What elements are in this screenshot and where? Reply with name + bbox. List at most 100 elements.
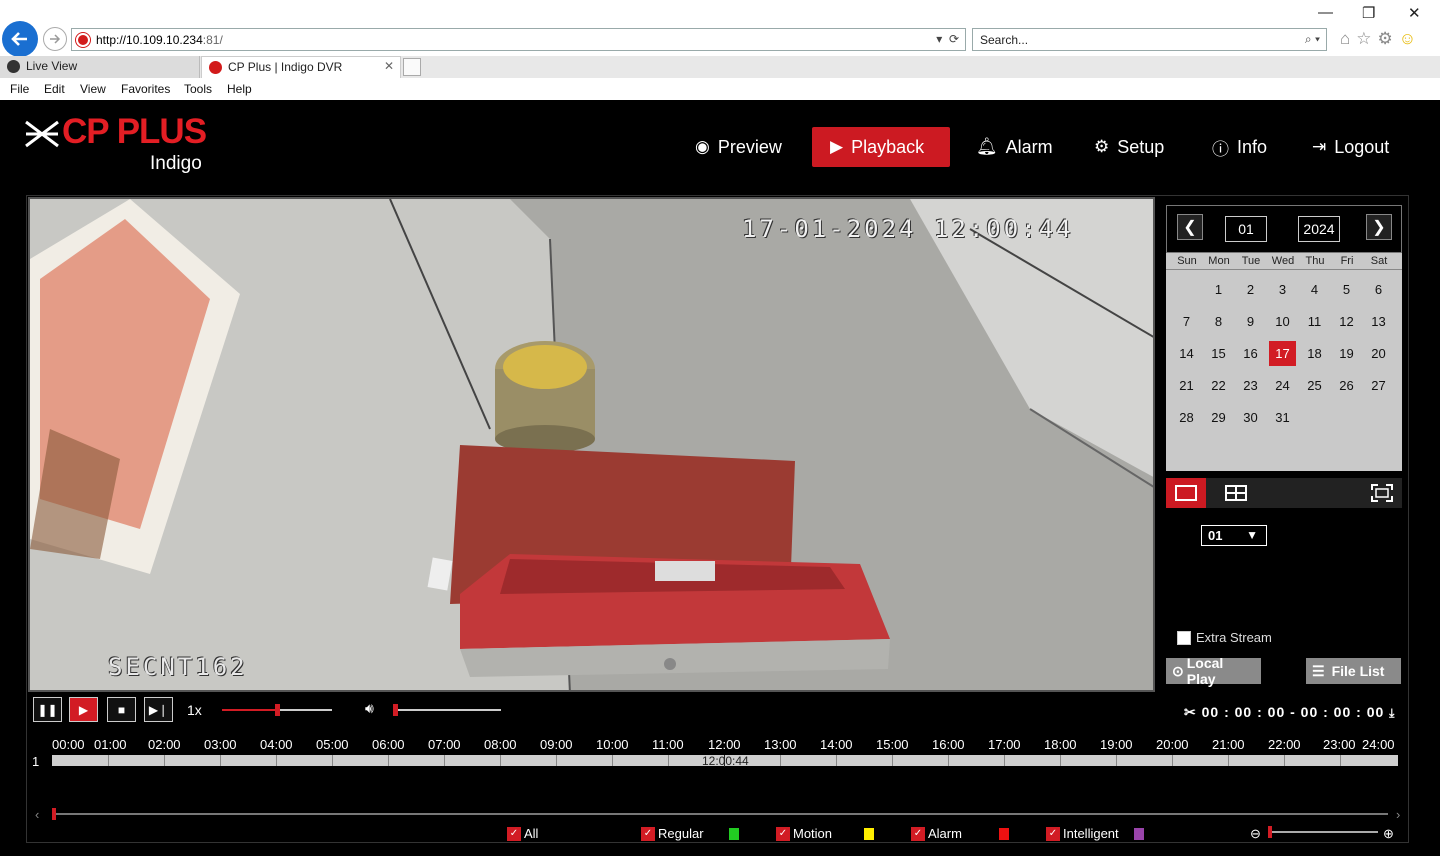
extra-stream-checkbox[interactable]: Extra Stream bbox=[1177, 630, 1272, 645]
channel-select[interactable]: 01 ▼ bbox=[1201, 525, 1267, 546]
menu-favorites[interactable]: Favorites bbox=[121, 82, 170, 96]
tab-cp-plus[interactable]: CP Plus | Indigo DVR ✕ bbox=[201, 56, 401, 78]
settings-gear-icon[interactable]: ⚙ bbox=[1378, 29, 1399, 48]
address-bar[interactable]: http://10.109.10.234:81/ ▾ ⟳ bbox=[71, 28, 966, 51]
checkbox-checked-icon[interactable]: ✓ bbox=[776, 826, 790, 841]
year-field[interactable]: 2024 bbox=[1298, 216, 1340, 242]
menu-view[interactable]: View bbox=[80, 82, 106, 96]
checkbox-checked-icon[interactable]: ✓ bbox=[1046, 826, 1060, 841]
favorites-star-icon[interactable]: ☆ bbox=[1356, 29, 1377, 48]
stop-button[interactable]: ■ bbox=[107, 697, 136, 722]
nav-info[interactable]: ⓘ Info bbox=[1194, 127, 1285, 167]
timeline-scroll-knob[interactable] bbox=[52, 808, 56, 820]
file-list-button[interactable]: ☰ File List bbox=[1306, 658, 1401, 684]
back-button[interactable] bbox=[2, 21, 38, 57]
video-player[interactable]: 17-01-2024 12:00:44 SECNT162 bbox=[28, 197, 1155, 692]
calendar-day[interactable]: 27 bbox=[1365, 373, 1392, 398]
calendar-day[interactable]: 23 bbox=[1237, 373, 1264, 398]
refresh-icon[interactable]: ▾ ⟳ bbox=[936, 32, 959, 46]
calendar-day[interactable]: 26 bbox=[1333, 373, 1360, 398]
play-button[interactable]: ▶ bbox=[69, 697, 98, 722]
calendar-day[interactable]: 15 bbox=[1205, 341, 1232, 366]
volume-knob[interactable] bbox=[393, 704, 398, 716]
scissors-icon[interactable]: ✂ bbox=[1184, 704, 1197, 720]
calendar-day[interactable]: 29 bbox=[1205, 405, 1232, 430]
calendar-day[interactable]: 8 bbox=[1205, 309, 1232, 334]
calendar-day[interactable]: 4 bbox=[1301, 277, 1328, 302]
next-month-button[interactable]: ❯ bbox=[1366, 214, 1392, 240]
timeline-scrollbar[interactable] bbox=[52, 813, 1388, 815]
local-play-button[interactable]: ⊙ Local Play bbox=[1166, 655, 1261, 687]
new-tab-button[interactable] bbox=[403, 58, 421, 76]
calendar-day[interactable]: 3 bbox=[1269, 277, 1296, 302]
nav-logout[interactable]: ⇥ Logout bbox=[1294, 127, 1407, 167]
zoom-knob[interactable] bbox=[1268, 826, 1272, 838]
calendar-day[interactable]: 11 bbox=[1301, 309, 1328, 334]
calendar-day[interactable]: 7 bbox=[1173, 309, 1200, 334]
checkbox-checked-icon[interactable]: ✓ bbox=[507, 826, 521, 841]
calendar-day[interactable]: 17 bbox=[1269, 341, 1296, 366]
nav-alarm[interactable]: 🔔︎ Alarm bbox=[958, 127, 1071, 167]
checkbox-box[interactable] bbox=[1177, 630, 1191, 645]
calendar-day[interactable]: 5 bbox=[1333, 277, 1360, 302]
volume-slider[interactable] bbox=[393, 704, 501, 716]
calendar-day[interactable]: 20 bbox=[1365, 341, 1392, 366]
menu-help[interactable]: Help bbox=[227, 82, 252, 96]
playback-progress-slider[interactable] bbox=[222, 704, 332, 716]
fullscreen-button[interactable] bbox=[1362, 478, 1402, 508]
legend-regular[interactable]: ✓ Regular bbox=[641, 826, 704, 841]
calendar-day[interactable]: 12 bbox=[1333, 309, 1360, 334]
home-icon[interactable]: ⌂ bbox=[1340, 29, 1356, 48]
calendar-day[interactable]: 9 bbox=[1237, 309, 1264, 334]
menu-edit[interactable]: Edit bbox=[44, 82, 65, 96]
calendar-day[interactable]: 18 bbox=[1301, 341, 1328, 366]
calendar-day[interactable]: 28 bbox=[1173, 405, 1200, 430]
minimize-icon[interactable]: — bbox=[1318, 4, 1333, 21]
prev-month-button[interactable]: ❮ bbox=[1177, 214, 1203, 240]
pause-button[interactable]: ❚❚ bbox=[33, 697, 62, 722]
checkbox-checked-icon[interactable]: ✓ bbox=[911, 826, 925, 841]
calendar-day[interactable]: 19 bbox=[1333, 341, 1360, 366]
calendar-day[interactable]: 22 bbox=[1205, 373, 1232, 398]
timeline-cursor[interactable] bbox=[724, 755, 725, 767]
calendar-day[interactable]: 31 bbox=[1269, 405, 1296, 430]
legend-intelligent[interactable]: ✓ Intelligent bbox=[1046, 826, 1119, 841]
menu-file[interactable]: File bbox=[10, 82, 29, 96]
search-icon[interactable]: ⌕ ▾ bbox=[1305, 32, 1320, 47]
playback-speed[interactable]: 1x bbox=[187, 702, 202, 718]
zoom-out-icon[interactable]: ⊖ bbox=[1250, 826, 1261, 842]
calendar-day[interactable]: 30 bbox=[1237, 405, 1264, 430]
tab-close-icon[interactable]: ✕ bbox=[384, 59, 394, 73]
calendar-day[interactable]: 24 bbox=[1269, 373, 1296, 398]
forward-button[interactable] bbox=[43, 27, 67, 51]
progress-knob[interactable] bbox=[275, 704, 280, 716]
calendar-day[interactable]: 25 bbox=[1301, 373, 1328, 398]
zoom-in-icon[interactable]: ⊕ bbox=[1383, 826, 1394, 842]
legend-all[interactable]: ✓ All bbox=[507, 826, 538, 841]
checkbox-checked-icon[interactable]: ✓ bbox=[641, 826, 655, 841]
calendar-day[interactable]: 14 bbox=[1173, 341, 1200, 366]
restore-icon[interactable]: ❐ bbox=[1362, 4, 1375, 22]
close-window-icon[interactable]: ✕ bbox=[1408, 4, 1421, 22]
tab-live-view[interactable]: Live View bbox=[0, 56, 200, 78]
menu-tools[interactable]: Tools bbox=[184, 82, 212, 96]
download-icon[interactable]: ⤓ bbox=[1389, 706, 1395, 720]
calendar-day[interactable]: 2 bbox=[1237, 277, 1264, 302]
calendar-day[interactable]: 21 bbox=[1173, 373, 1200, 398]
legend-motion[interactable]: ✓ Motion bbox=[776, 826, 832, 841]
layout-quad-button[interactable] bbox=[1216, 478, 1256, 508]
legend-alarm[interactable]: ✓ Alarm bbox=[911, 826, 962, 841]
calendar-day[interactable]: 1 bbox=[1205, 277, 1232, 302]
scroll-left-icon[interactable]: ‹ bbox=[35, 807, 39, 822]
nav-setup[interactable]: ⚙ Setup bbox=[1076, 127, 1182, 167]
volume-icon[interactable]: 🔊︎ bbox=[365, 700, 374, 717]
nav-playback[interactable]: ▶ Playback bbox=[812, 127, 950, 167]
calendar-day[interactable]: 16 bbox=[1237, 341, 1264, 366]
layout-single-button[interactable] bbox=[1166, 478, 1206, 508]
calendar-day[interactable]: 10 bbox=[1269, 309, 1296, 334]
calendar-day[interactable]: 6 bbox=[1365, 277, 1392, 302]
next-frame-button[interactable]: ▶❘ bbox=[144, 697, 173, 722]
smiley-icon[interactable]: ☺ bbox=[1399, 29, 1422, 48]
nav-preview[interactable]: ◉ Preview bbox=[677, 127, 800, 167]
month-field[interactable]: 01 bbox=[1225, 216, 1267, 242]
